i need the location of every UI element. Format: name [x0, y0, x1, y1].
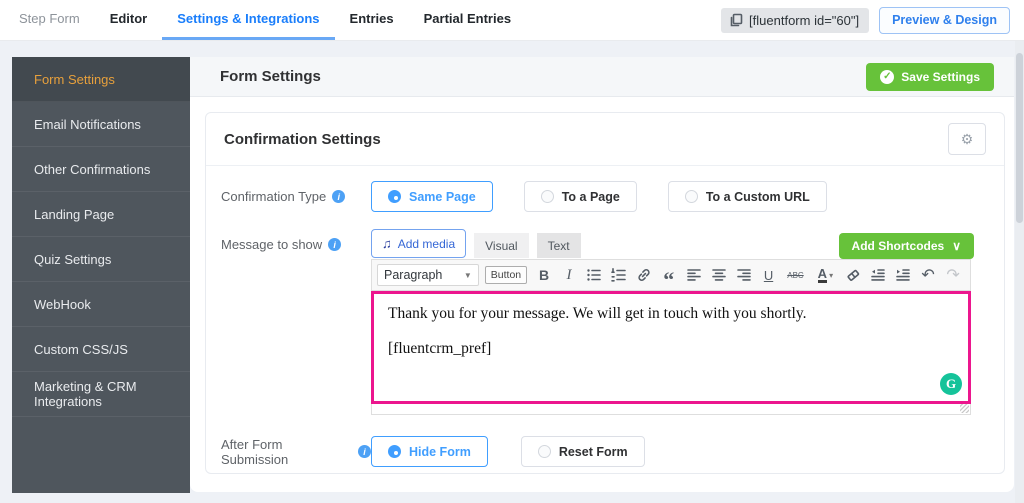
main-panel: Form Settings ✓ Save Settings Confirmati…: [190, 57, 1014, 492]
message-line-2: [fluentcrm_pref]: [388, 340, 492, 357]
save-settings-button[interactable]: ✓ Save Settings: [866, 62, 994, 91]
editor-toolbar: Paragraph ▼ Button B I “ U ABC A ▾ ↶ ↷: [371, 259, 971, 291]
bold-icon[interactable]: B: [532, 263, 556, 287]
resize-handle[interactable]: [960, 404, 969, 413]
tab-text[interactable]: Text: [536, 233, 581, 258]
sidebar-item-email-notifications[interactable]: Email Notifications: [12, 102, 190, 147]
sidebar-item-webhook[interactable]: WebHook: [12, 282, 190, 327]
blockquote-icon[interactable]: “: [657, 263, 681, 291]
after-submission-options: Hide Form Reset Form: [371, 436, 645, 467]
panel-header: Form Settings ✓ Save Settings: [190, 57, 1014, 97]
radio-dot-icon: [388, 190, 401, 203]
grammarly-icon[interactable]: G: [940, 373, 962, 395]
message-content-editor[interactable]: Thank you for your message. We will get …: [371, 291, 971, 404]
chevron-down-icon: ▼: [463, 270, 472, 280]
radio-dot-icon: [388, 445, 401, 458]
sidebar-item-form-settings[interactable]: Form Settings: [12, 57, 190, 102]
radio-same-page[interactable]: Same Page: [371, 181, 493, 212]
panel-body: Confirmation Settings ⚙ Confirmation Typ…: [190, 97, 1014, 491]
after-submission-row: After Form Submission i Hide Form Reset …: [221, 436, 986, 467]
form-title-label: Step Form: [19, 11, 80, 26]
align-left-icon[interactable]: [682, 263, 706, 287]
radio-dot-icon: [684, 190, 698, 203]
redo-icon[interactable]: ↷: [941, 263, 965, 287]
sidebar-item-custom-css-js[interactable]: Custom CSS/JS: [12, 327, 190, 372]
tab-visual[interactable]: Visual: [474, 233, 529, 258]
save-settings-label: Save Settings: [901, 69, 980, 84]
strikethrough-icon[interactable]: ABC: [782, 263, 810, 287]
radio-to-a-page[interactable]: To a Page: [523, 181, 637, 212]
info-icon[interactable]: i: [328, 238, 342, 251]
tab-partial-entries[interactable]: Partial Entries: [409, 0, 526, 40]
confirmation-type-label: Confirmation Type i: [221, 189, 371, 204]
settings-sidebar: Form Settings Email Notifications Other …: [12, 57, 190, 493]
bullet-list-icon[interactable]: [582, 263, 606, 287]
page-scrollbar[interactable]: [1015, 41, 1024, 503]
tab-entries[interactable]: Entries: [335, 0, 409, 40]
add-media-button[interactable]: ♫ Add media: [371, 229, 467, 258]
scrollbar-thumb[interactable]: [1016, 53, 1023, 223]
add-shortcodes-button[interactable]: Add Shortcodes ∨: [838, 233, 974, 259]
top-navigation-bar: Step Form Editor Settings & Integrations…: [0, 0, 1024, 41]
outdent-icon[interactable]: [866, 263, 890, 287]
sidebar-item-quiz-settings[interactable]: Quiz Settings: [12, 237, 190, 282]
sidebar-item-marketing-crm[interactable]: Marketing & CRM Integrations: [12, 372, 190, 417]
page-title: Form Settings: [220, 68, 321, 85]
info-icon[interactable]: i: [332, 190, 346, 203]
message-to-show-row: Message to show i Add Shortcodes ∨ ♫ Add…: [221, 229, 994, 415]
italic-icon[interactable]: I: [557, 263, 581, 287]
message-line-1: Thank you for your message. We will get …: [388, 305, 807, 322]
align-right-icon[interactable]: [732, 263, 756, 287]
clear-formatting-icon[interactable]: [841, 263, 865, 287]
sidebar-item-landing-page[interactable]: Landing Page: [12, 192, 190, 237]
tab-settings-integrations[interactable]: Settings & Integrations: [162, 0, 335, 40]
confirmation-settings-card: Confirmation Settings ⚙ Confirmation Typ…: [205, 112, 1005, 474]
radio-dot-icon: [540, 190, 554, 203]
radio-hide-form[interactable]: Hide Form: [371, 436, 488, 467]
copy-icon: [729, 13, 743, 27]
chevron-down-icon: ▾: [829, 270, 834, 280]
confirmation-type-row: Confirmation Type i Same Page To a Page …: [221, 181, 986, 212]
section-header: Confirmation Settings ⚙: [206, 113, 1004, 166]
undo-icon[interactable]: ↶: [916, 263, 940, 287]
after-submission-label: After Form Submission i: [221, 437, 371, 467]
section-title: Confirmation Settings: [224, 130, 381, 148]
confirmation-type-options: Same Page To a Page To a Custom URL: [371, 181, 827, 212]
editor-statusbar: [371, 404, 971, 415]
radio-reset-form[interactable]: Reset Form: [520, 436, 645, 467]
media-icon: ♫: [382, 236, 392, 251]
tab-editor[interactable]: Editor: [95, 0, 163, 40]
text-color-icon[interactable]: A ▾: [810, 263, 840, 287]
section-gear-button[interactable]: ⚙: [948, 123, 986, 155]
message-to-show-label: Message to show i: [221, 229, 371, 252]
underline-icon[interactable]: U: [757, 263, 781, 287]
check-icon: ✓: [880, 69, 895, 84]
indent-icon[interactable]: [891, 263, 915, 287]
shortcode-text: [fluentform id="60"]: [749, 12, 860, 28]
align-center-icon[interactable]: [707, 263, 731, 287]
sidebar-item-other-confirmations[interactable]: Other Confirmations: [12, 147, 190, 192]
gear-icon: ⚙: [960, 130, 974, 147]
shortcode-pill[interactable]: [fluentform id="60"]: [721, 7, 870, 33]
chevron-down-icon: ∨: [952, 239, 961, 253]
paragraph-format-select[interactable]: Paragraph ▼: [377, 264, 479, 286]
radio-dot-icon: [537, 445, 551, 458]
radio-to-a-custom-url[interactable]: To a Custom URL: [667, 181, 827, 212]
preview-design-button[interactable]: Preview & Design: [879, 6, 1010, 34]
link-icon[interactable]: [632, 263, 656, 287]
insert-button-button[interactable]: Button: [484, 266, 528, 284]
message-editor-area: Add Shortcodes ∨ ♫ Add media Visual Text: [371, 229, 994, 415]
info-icon[interactable]: i: [358, 445, 371, 458]
numbered-list-icon[interactable]: [607, 263, 631, 287]
